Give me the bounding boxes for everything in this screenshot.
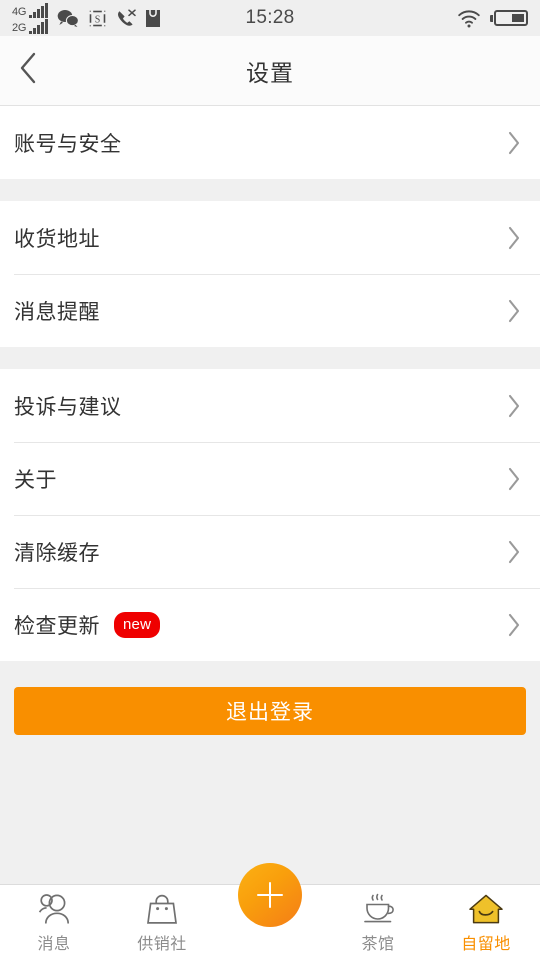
settings-row-about[interactable]: 关于 [0, 442, 540, 515]
chevron-right-icon [506, 393, 522, 419]
group-separator [0, 347, 540, 369]
settings-row-clear-cache[interactable]: 清除缓存 [0, 515, 540, 588]
shopping-bag-icon [145, 892, 179, 926]
page-title: 设置 [246, 59, 294, 86]
logout-section: 退出登录 [0, 661, 540, 735]
wifi-icon [457, 9, 481, 28]
tab-label: 消息 [37, 936, 71, 953]
tab-my-space[interactable]: 自留地 [432, 885, 540, 960]
tab-supply-store[interactable]: 供销社 [108, 885, 216, 960]
tab-label: 供销社 [137, 936, 187, 953]
tab-label: 茶馆 [361, 936, 395, 953]
settings-row-check-update[interactable]: 检查更新 new [0, 588, 540, 661]
battery-icon [490, 10, 528, 26]
row-label: 消息提醒 [14, 300, 100, 324]
row-label: 收货地址 [14, 227, 100, 251]
new-badge: new [114, 611, 161, 638]
status-bar: 4G 2G S 15:28 [0, 0, 540, 36]
row-label: 检查更新 [14, 614, 100, 638]
settings-row-complaints-suggestions[interactable]: 投诉与建议 [0, 369, 540, 442]
page-header: 设置 [0, 36, 540, 106]
settings-group-3: 投诉与建议 关于 清除缓存 检查更新 new [0, 369, 540, 661]
bottom-tab-bar: 消息 供销社 茶馆 自留地 [0, 863, 540, 960]
logout-button[interactable]: 退出登录 [14, 687, 526, 735]
teacup-icon [358, 892, 398, 926]
add-button[interactable] [238, 863, 302, 927]
chevron-right-icon [506, 466, 522, 492]
chevron-right-icon [506, 130, 522, 156]
settings-row-shipping-address[interactable]: 收货地址 [0, 201, 540, 274]
chevron-right-icon [506, 225, 522, 251]
row-label: 清除缓存 [14, 541, 100, 565]
settings-group-2: 收货地址 消息提醒 [0, 201, 540, 347]
house-icon [467, 892, 505, 926]
status-bar-right [457, 9, 528, 28]
chevron-right-icon [506, 612, 522, 638]
chevron-right-icon [506, 539, 522, 565]
group-separator [0, 179, 540, 201]
settings-list: 账号与安全 收货地址 消息提醒 投诉与建议 关于 清除缓存 检查更新 new 退… [0, 106, 540, 960]
row-label: 关于 [14, 468, 57, 492]
settings-group-1: 账号与安全 [0, 106, 540, 179]
settings-row-account-security[interactable]: 账号与安全 [0, 106, 540, 179]
people-icon [34, 892, 74, 926]
settings-row-message-notifications[interactable]: 消息提醒 [0, 274, 540, 347]
chevron-right-icon [506, 298, 522, 324]
phone-screen: 4G 2G S 15:28 设置 账号与安全 收货地址 消息提醒 投诉与建议 关… [0, 0, 540, 960]
row-label: 投诉与建议 [14, 395, 122, 419]
tab-label: 自留地 [461, 936, 511, 953]
tab-teahouse[interactable]: 茶馆 [324, 885, 432, 960]
tab-messages[interactable]: 消息 [0, 885, 108, 960]
row-label: 账号与安全 [14, 132, 122, 156]
